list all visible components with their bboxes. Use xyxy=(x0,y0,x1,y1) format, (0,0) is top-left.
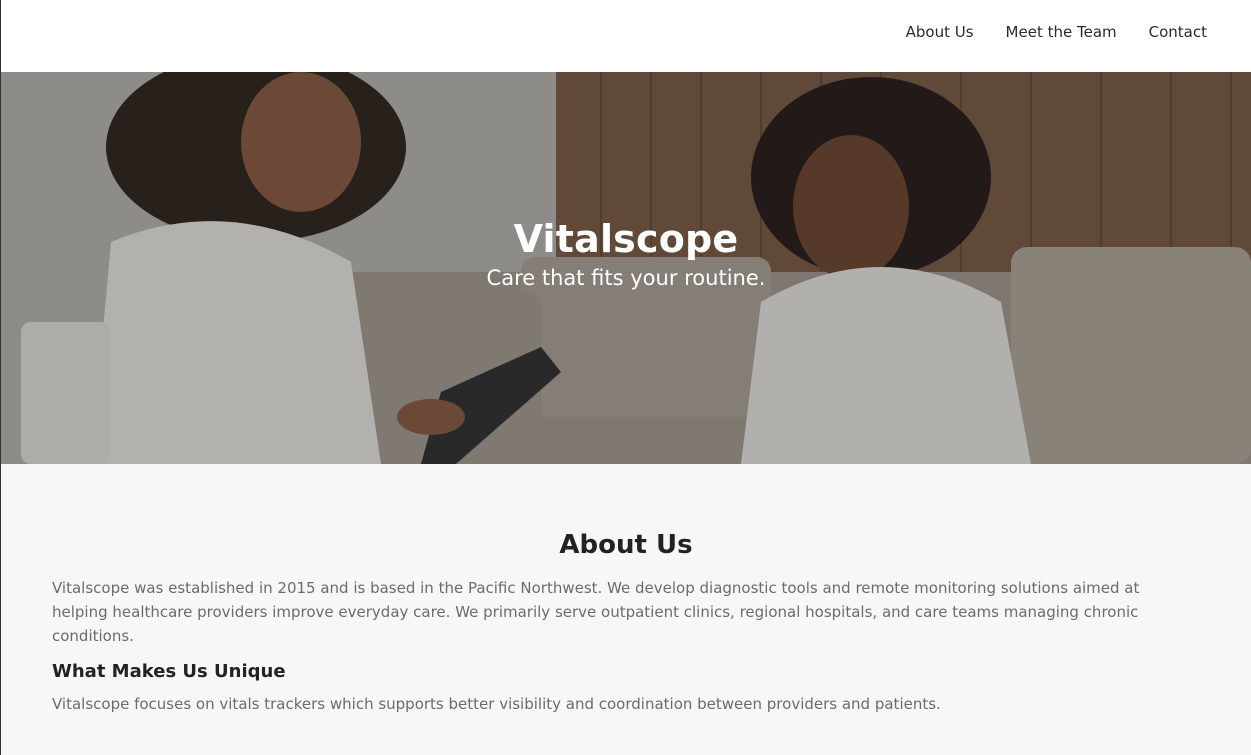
unique-heading: What Makes Us Unique xyxy=(52,661,286,682)
nav-link-about-us[interactable]: About Us xyxy=(906,22,974,42)
about-title: About Us xyxy=(559,530,693,560)
nav-links: About Us Meet the Team Contact xyxy=(906,22,1207,42)
hero-title: Vitalscope xyxy=(513,217,739,261)
hero-banner: Vitalscope Care that fits your routine. xyxy=(1,72,1251,464)
hero-subtitle: Care that fits your routine. xyxy=(486,266,766,290)
about-paragraph: Vitalscope was established in 2015 and i… xyxy=(52,579,1140,645)
page: About Us Meet the Team Contact Vitalscop… xyxy=(0,0,1251,755)
top-navbar: About Us Meet the Team Contact xyxy=(1,0,1251,72)
hero-text: Vitalscope Care that fits your routine. xyxy=(1,216,1251,292)
about-section: About Us Vitalscope was established in 2… xyxy=(1,464,1251,755)
nav-link-meet-the-team[interactable]: Meet the Team xyxy=(1006,22,1117,42)
unique-paragraph: Vitalscope focuses on vitals trackers wh… xyxy=(52,695,941,713)
nav-link-contact[interactable]: Contact xyxy=(1149,22,1207,42)
